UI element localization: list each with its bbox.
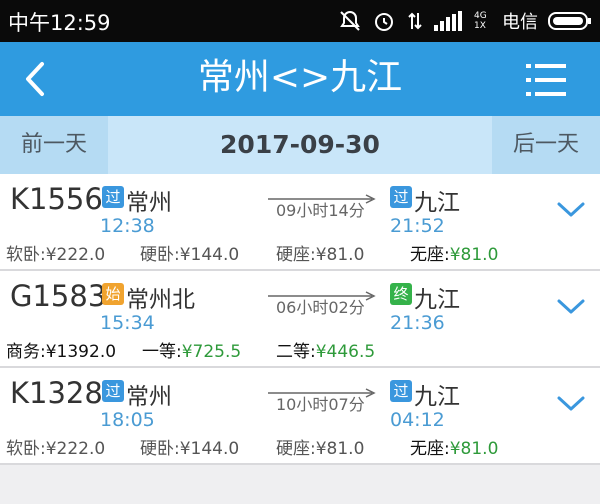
status-icons: 4G 1X 电信 bbox=[338, 7, 592, 35]
departure-station: 常州 bbox=[126, 384, 172, 410]
list-menu-icon[interactable] bbox=[526, 62, 566, 98]
passing-badge: 过 bbox=[390, 186, 412, 208]
data-transfer-icon bbox=[408, 12, 422, 30]
seat-price: 软卧:¥222.0 bbox=[6, 439, 106, 459]
departure-time: 12:38 bbox=[100, 215, 155, 237]
departure-time: 18:05 bbox=[100, 409, 155, 431]
seat-price: 硬卧:¥144.0 bbox=[140, 439, 240, 459]
seat-price: 无座:¥81.0 bbox=[410, 439, 499, 459]
bell-off-icon bbox=[340, 10, 360, 31]
passing-badge: 过 bbox=[102, 186, 124, 208]
passing-badge: 过 bbox=[390, 380, 412, 402]
travel-duration: 06小时02分 bbox=[276, 298, 365, 317]
seat-price: 商务:¥1392.0 bbox=[6, 342, 117, 362]
seat-price: 二等:¥446.5 bbox=[276, 342, 376, 362]
status-time: 中午12:59 bbox=[8, 11, 111, 35]
travel-duration: 10小时07分 bbox=[276, 395, 365, 414]
seat-price: 硬座:¥81.0 bbox=[276, 439, 365, 459]
seat-price: 硬卧:¥144.0 bbox=[140, 245, 240, 265]
train-item[interactable]: G1583 始 常州北 15:34 06小时02分 终 九江 21:36 商务:… bbox=[0, 271, 600, 368]
seat-price: 一等:¥725.5 bbox=[142, 342, 242, 362]
arrival-time: 21:36 bbox=[390, 312, 445, 334]
train-item[interactable]: K1328 过 常州 18:05 10小时07分 过 九江 04:12 软卧:¥… bbox=[0, 368, 600, 465]
passing-badge: 过 bbox=[102, 380, 124, 402]
terminal-badge: 终 bbox=[390, 283, 412, 305]
departure-station: 常州北 bbox=[126, 287, 195, 313]
travel-duration: 09小时14分 bbox=[276, 201, 365, 220]
date-bar: 前一天 2017-09-30 后一天 bbox=[0, 116, 600, 174]
arrival-station: 九江 bbox=[414, 190, 460, 216]
chevron-down-icon[interactable] bbox=[556, 297, 586, 317]
train-number: K1556 bbox=[10, 182, 103, 216]
selected-date[interactable]: 2017-09-30 bbox=[108, 116, 492, 174]
next-day-button[interactable]: 后一天 bbox=[492, 116, 600, 174]
departure-time: 15:34 bbox=[100, 312, 155, 334]
train-number: G1583 bbox=[10, 279, 107, 313]
arrival-station: 九江 bbox=[414, 287, 460, 313]
departure-station: 常州 bbox=[126, 190, 172, 216]
arrival-station: 九江 bbox=[414, 384, 460, 410]
seat-price: 硬座:¥81.0 bbox=[276, 245, 365, 265]
train-number: K1328 bbox=[10, 376, 103, 410]
network-type: 4G 1X bbox=[474, 11, 487, 31]
train-list: K1556 过 常州 12:38 09小时14分 过 九江 21:52 软卧:¥… bbox=[0, 174, 600, 465]
signal-icon bbox=[434, 11, 462, 31]
page-title: 常州<>九江 bbox=[197, 57, 403, 98]
train-item[interactable]: K1556 过 常州 12:38 09小时14分 过 九江 21:52 软卧:¥… bbox=[0, 174, 600, 271]
carrier-label: 电信 bbox=[502, 12, 538, 33]
title-bar: 常州<>九江 bbox=[0, 42, 600, 116]
alarm-clock-icon bbox=[375, 13, 393, 31]
battery-icon bbox=[548, 12, 591, 30]
status-bar: 中午12:59 4G 1X 电信 bbox=[0, 0, 600, 42]
seat-price: 无座:¥81.0 bbox=[410, 245, 499, 265]
origin-badge: 始 bbox=[102, 283, 124, 305]
arrival-time: 04:12 bbox=[390, 409, 445, 431]
arrival-time: 21:52 bbox=[390, 215, 445, 237]
prev-day-button[interactable]: 前一天 bbox=[0, 116, 108, 174]
chevron-down-icon[interactable] bbox=[556, 200, 586, 220]
chevron-down-icon[interactable] bbox=[556, 394, 586, 414]
seat-price: 软卧:¥222.0 bbox=[6, 245, 106, 265]
